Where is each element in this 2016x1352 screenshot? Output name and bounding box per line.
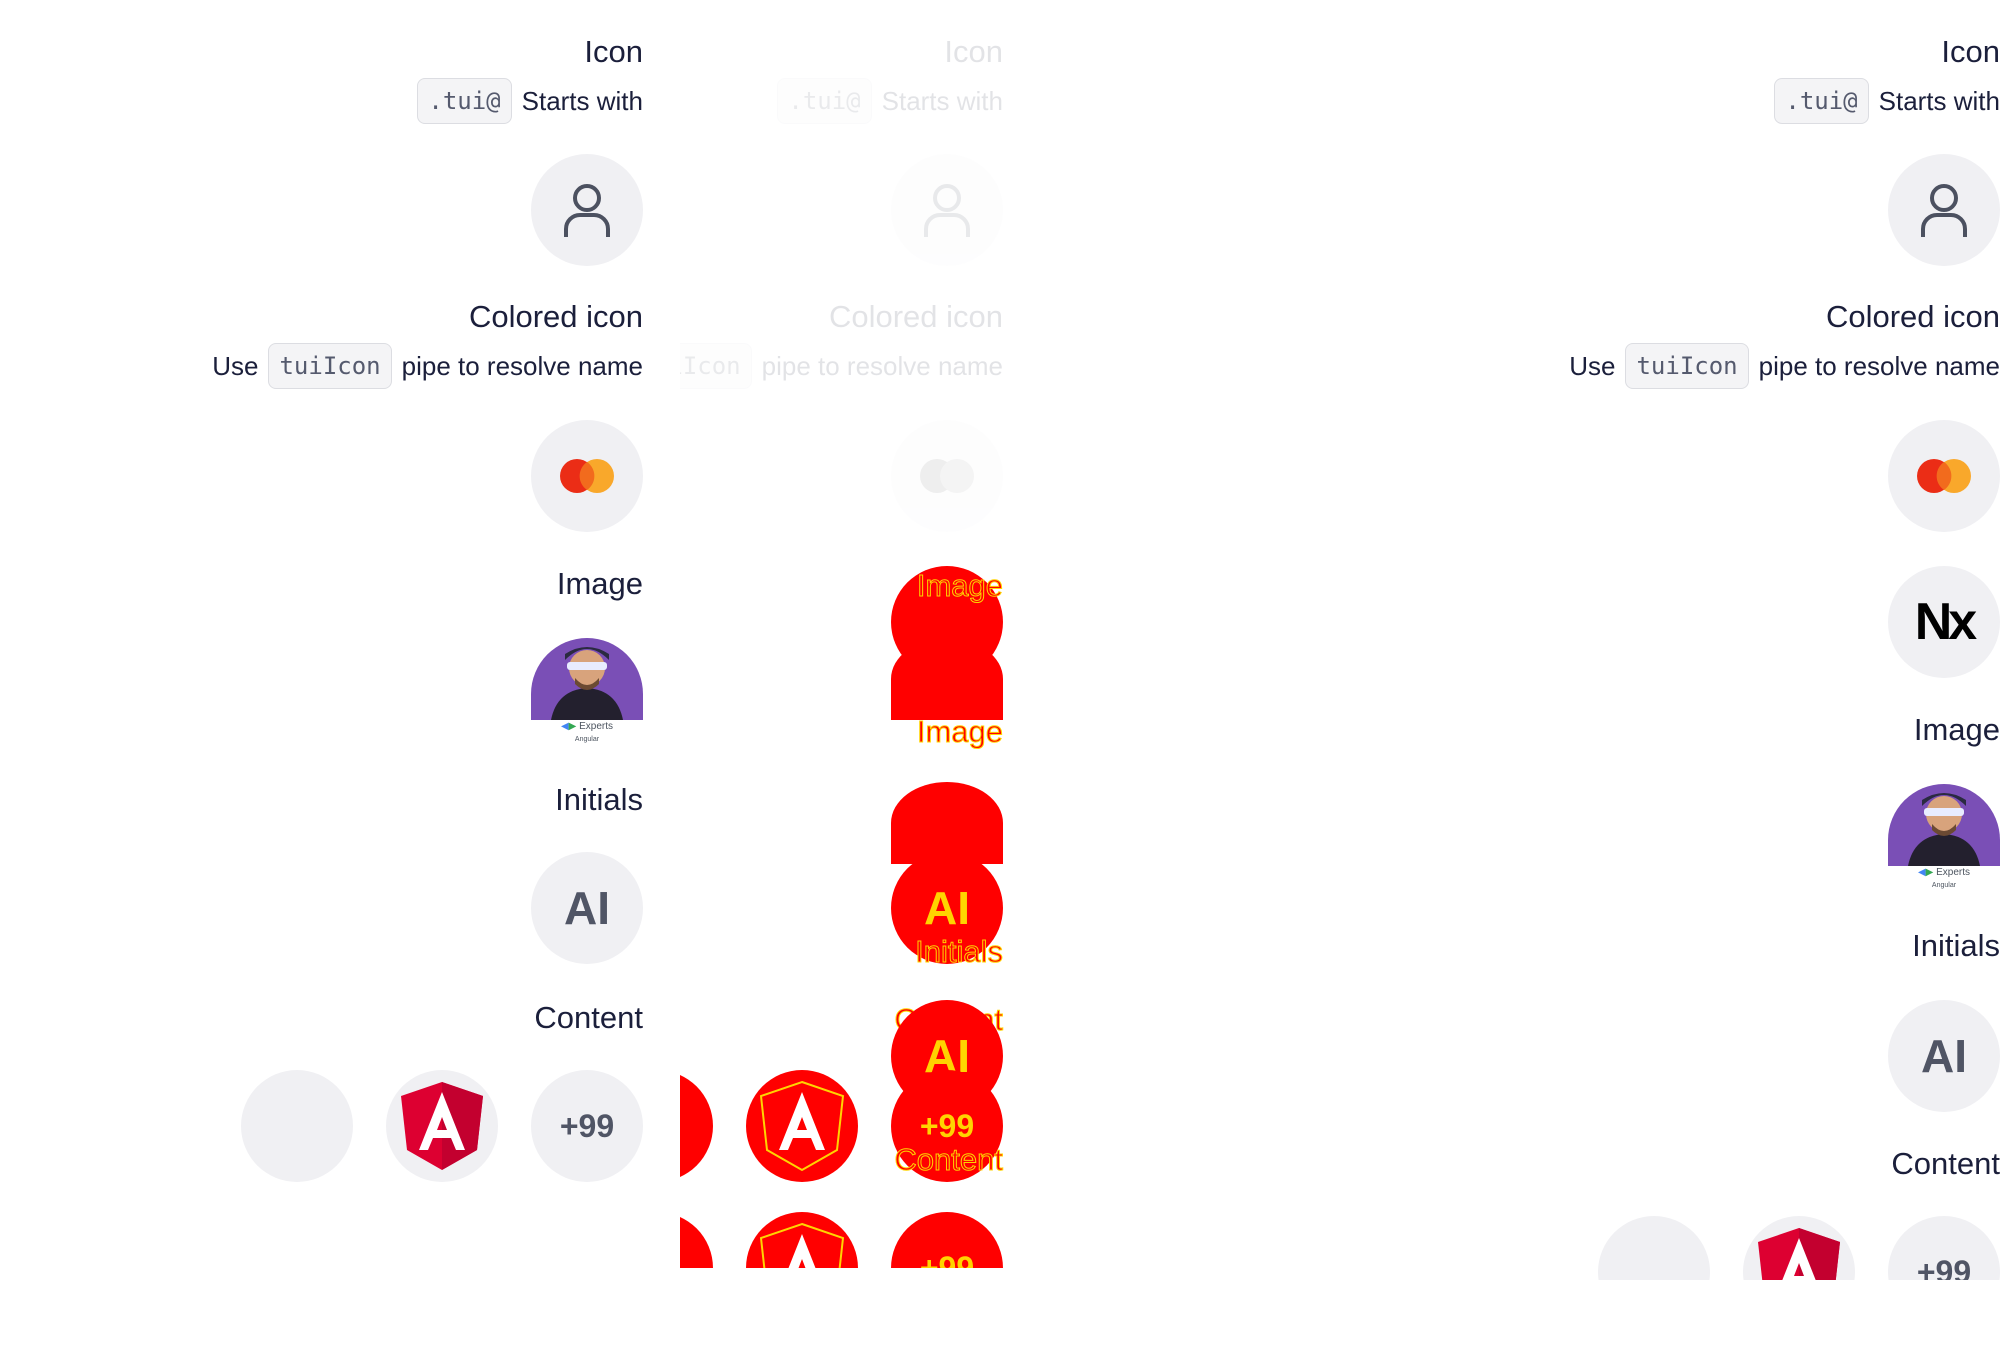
image-avatar: ◀▶ Experts Angular	[531, 638, 643, 750]
colored-icon-description-faded: Use tuiIcon pipe to resolve name	[680, 343, 1003, 389]
content-heading: Content	[534, 1000, 643, 1035]
nx-logo-avatar: Nx	[1888, 566, 2000, 678]
overlay-blob	[891, 638, 1003, 720]
colored-icon-avatar	[531, 420, 643, 532]
icon-avatar-faded	[891, 154, 1003, 266]
tuiicon-code: tuiIcon	[268, 343, 392, 389]
content-heading: Content	[1891, 1146, 2000, 1181]
overlay-image-heading: Image	[916, 568, 1003, 604]
icon-description-faded: .tui@ Starts with	[777, 78, 1003, 124]
prefix-code: .tui@	[1774, 78, 1869, 124]
angular-logo-icon	[759, 1222, 845, 1268]
initials-avatar: AI	[531, 852, 643, 964]
experts-caption: ◀▶ Experts Angular	[560, 721, 614, 743]
overlay-angular-avatar	[746, 1212, 858, 1268]
use-text: Use	[212, 351, 259, 381]
image-heading: Image	[1913, 712, 2000, 747]
demo-panel-right: Icon .tui@ Starts with Colored icon Use …	[1360, 0, 2016, 1280]
user-icon	[564, 184, 610, 237]
content-avatar-row: +99	[1598, 1216, 2000, 1280]
angular-avatar	[386, 1070, 498, 1182]
image-avatar: ◀▶ Experts Angular	[1888, 784, 2000, 896]
icon-heading: Icon	[1941, 34, 2000, 69]
initials-avatar: AI	[1888, 1000, 2000, 1112]
colored-icon-avatar	[1888, 420, 2000, 532]
pipe-text: pipe to resolve name	[401, 351, 643, 381]
icon-heading: Icon	[584, 34, 643, 69]
overlay-content-row-2: +99	[680, 1212, 1003, 1268]
colored-icon-heading-faded: Colored icon	[828, 299, 1003, 334]
overlay-initials-heading: Initials	[915, 934, 1004, 970]
prefix-text: Starts with	[521, 86, 643, 116]
use-text: Use	[1569, 351, 1616, 381]
icon-avatar	[1888, 154, 2000, 266]
tuiicon-code: tuiIcon	[1625, 343, 1749, 389]
user-icon	[1921, 184, 1967, 237]
overlay-empty-avatar	[680, 1070, 713, 1182]
more-avatar: +99	[531, 1070, 643, 1182]
angular-avatar	[1743, 1216, 1855, 1280]
colored-icon-heading: Colored icon	[1825, 299, 2000, 334]
initials-heading: Initials	[555, 782, 643, 817]
person-photo	[1888, 784, 2000, 866]
angular-logo-icon	[1758, 1228, 1840, 1280]
nx-logo-icon: Nx	[1914, 593, 1978, 651]
empty-avatar	[241, 1070, 353, 1182]
user-icon	[924, 184, 970, 237]
icon-description: .tui@ Starts with	[1774, 78, 2000, 124]
content-avatar-row: +99	[241, 1070, 643, 1182]
person-photo	[531, 638, 643, 720]
overlay-empty-avatar	[680, 1212, 713, 1268]
mastercard-icon	[920, 459, 974, 493]
prefix-code: .tui@	[417, 78, 512, 124]
experts-caption: ◀▶ Experts Angular	[1917, 867, 1971, 889]
overlay-angular-avatar	[746, 1070, 858, 1182]
mastercard-icon	[560, 459, 614, 493]
overlay-image-heading-2: Image	[916, 714, 1003, 750]
colored-icon-avatar-faded	[891, 420, 1003, 532]
more-avatar: +99	[1888, 1216, 2000, 1280]
prefix-code-faded: .tui@	[777, 78, 872, 124]
empty-avatar	[1598, 1216, 1710, 1280]
icon-heading-faded: Icon	[944, 34, 1003, 69]
angular-logo-icon	[401, 1082, 483, 1170]
demo-panel-middle: Icon .tui@ Starts with Colored icon Use …	[680, 0, 1340, 1280]
prefix-text: Starts with	[1878, 86, 2000, 116]
initials-heading: Initials	[1912, 928, 2000, 963]
pipe-text: pipe to resolve name	[1758, 351, 2000, 381]
pipe-text-faded: pipe to resolve name	[761, 351, 1003, 381]
image-heading: Image	[556, 566, 643, 601]
tuiicon-code-faded: tuiIcon	[680, 343, 752, 389]
overlay-more-avatar: +99	[891, 1212, 1003, 1268]
mastercard-icon	[1917, 459, 1971, 493]
colored-icon-description: Use tuiIcon pipe to resolve name	[212, 343, 643, 389]
demo-panel-left: Icon .tui@ Starts with Colored icon Use …	[0, 0, 660, 1210]
prefix-text-faded: Starts with	[881, 86, 1003, 116]
overlay-content-heading-2: Content	[894, 1142, 1004, 1178]
colored-icon-heading: Colored icon	[468, 299, 643, 334]
icon-avatar	[531, 154, 643, 266]
colored-icon-description: Use tuiIcon pipe to resolve name	[1569, 343, 2000, 389]
angular-logo-icon	[759, 1080, 845, 1172]
icon-description: .tui@ Starts with	[417, 78, 643, 124]
